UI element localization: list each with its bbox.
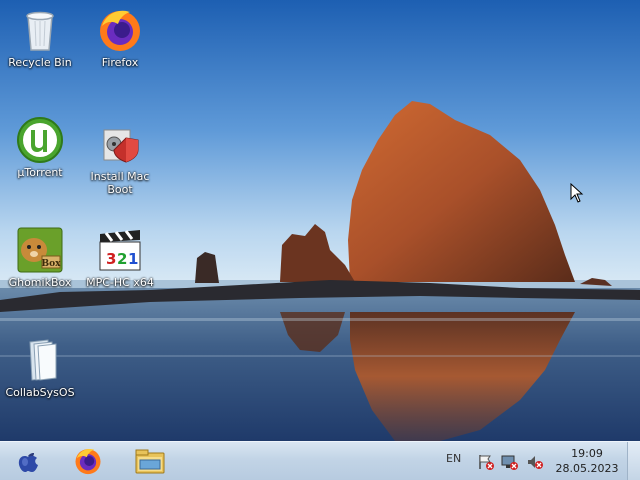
svg-text:3: 3 bbox=[106, 250, 116, 268]
desktop: Recycle Bin Firefox µTorrent Install Mac… bbox=[0, 0, 640, 441]
mpc-hc-clapperboard-icon: 3 2 1 bbox=[99, 230, 141, 271]
taskbar: EN 19:09 28.05.2023 bbox=[0, 441, 640, 480]
desktop-icon-label: GhomikBox bbox=[8, 276, 72, 289]
folder-icon bbox=[29, 339, 57, 381]
desktop-icon-install-mac-boot[interactable]: Install Mac Boot bbox=[80, 120, 160, 196]
firefox-icon bbox=[100, 10, 140, 51]
desktop-icon-label: Firefox bbox=[101, 56, 139, 69]
system-clock[interactable]: 19:09 28.05.2023 bbox=[552, 446, 622, 476]
desktop-icon-label: µTorrent bbox=[17, 166, 63, 179]
language-indicator[interactable]: EN bbox=[446, 452, 461, 465]
desktop-icon-label: MPC-HC x64 bbox=[86, 276, 154, 289]
taskbar-firefox-button[interactable] bbox=[68, 444, 108, 478]
clock-date: 28.05.2023 bbox=[555, 462, 619, 475]
firefox-icon bbox=[75, 448, 101, 475]
desktop-icon-ghomikbox[interactable]: Box GhomikBox bbox=[0, 226, 80, 289]
volume-muted-icon[interactable] bbox=[526, 454, 544, 470]
network-disconnected-icon[interactable] bbox=[501, 454, 519, 470]
apple-icon bbox=[18, 453, 38, 472]
show-desktop-button[interactable] bbox=[627, 442, 640, 480]
recycle-bin-icon bbox=[26, 11, 54, 51]
installer-shield-icon bbox=[103, 129, 139, 163]
desktop-icon-firefox[interactable]: Firefox bbox=[80, 6, 160, 69]
hamster-box-icon: Box bbox=[17, 227, 63, 273]
desktop-icon-label: Install Mac Boot bbox=[90, 170, 150, 196]
desktop-icon-label: CollabSysOS bbox=[5, 386, 75, 399]
file-explorer-icon bbox=[135, 449, 165, 474]
desktop-icon-utorrent[interactable]: µTorrent bbox=[0, 116, 80, 179]
desktop-icon-mpc-hc[interactable]: 3 2 1 MPC-HC x64 bbox=[80, 226, 160, 289]
desktop-icon-recycle-bin[interactable]: Recycle Bin bbox=[0, 6, 80, 69]
svg-text:1: 1 bbox=[128, 250, 138, 268]
utorrent-icon bbox=[17, 117, 63, 163]
svg-text:Box: Box bbox=[42, 259, 62, 269]
taskbar-file-explorer-button[interactable] bbox=[130, 444, 170, 478]
mouse-cursor-icon bbox=[570, 183, 584, 203]
svg-text:2: 2 bbox=[117, 250, 127, 268]
desktop-icon-label: Recycle Bin bbox=[8, 56, 72, 69]
desktop-icon-collabsysos[interactable]: CollabSysOS bbox=[0, 336, 80, 399]
action-center-flag-icon[interactable] bbox=[477, 454, 495, 470]
start-button[interactable] bbox=[8, 444, 48, 478]
clock-time: 19:09 bbox=[571, 447, 603, 460]
